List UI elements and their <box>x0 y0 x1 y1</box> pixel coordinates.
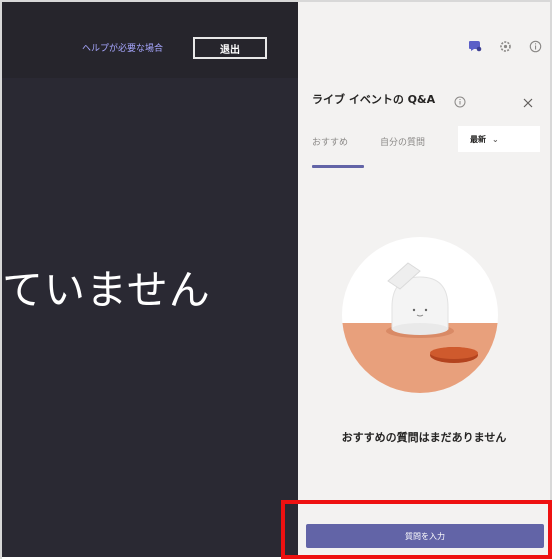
app-window: ヘルプが必要な場合 退出 ていません ライブ イベントの Q&A おすすめ 自分… <box>0 0 552 559</box>
gear-icon[interactable] <box>496 37 514 55</box>
empty-state-illustration <box>342 237 498 393</box>
sort-dropdown[interactable]: 最新 ⌄ <box>458 126 540 152</box>
info-icon[interactable] <box>526 37 544 55</box>
event-status-text: ていません <box>2 266 211 314</box>
stage-header: ヘルプが必要な場合 退出 <box>2 2 298 78</box>
empty-state-message: おすすめの質問はまだありません <box>341 431 507 444</box>
panel-toolbar <box>430 37 550 59</box>
chevron-down-icon: ⌄ <box>492 134 499 144</box>
help-link[interactable]: ヘルプが必要な場合 <box>82 42 186 56</box>
close-icon[interactable] <box>522 94 534 108</box>
tab-my-questions[interactable]: 自分の質問 <box>380 135 425 148</box>
chat-icon[interactable] <box>466 37 484 55</box>
active-tab-indicator <box>312 165 364 168</box>
event-stage: ヘルプが必要な場合 退出 ていません <box>2 2 298 557</box>
exit-button[interactable]: 退出 <box>193 37 267 59</box>
tab-featured[interactable]: おすすめ <box>312 135 348 148</box>
qa-panel: ライブ イベントの Q&A おすすめ 自分の質問 最新 ⌄ おすすめの質問はまだ… <box>298 2 550 557</box>
ask-question-button[interactable]: 質問を入力 <box>306 524 544 548</box>
title-info-icon[interactable] <box>454 93 466 108</box>
panel-title: ライブ イベントの Q&A <box>312 93 436 106</box>
sort-selected-value: 最新 <box>470 134 486 144</box>
